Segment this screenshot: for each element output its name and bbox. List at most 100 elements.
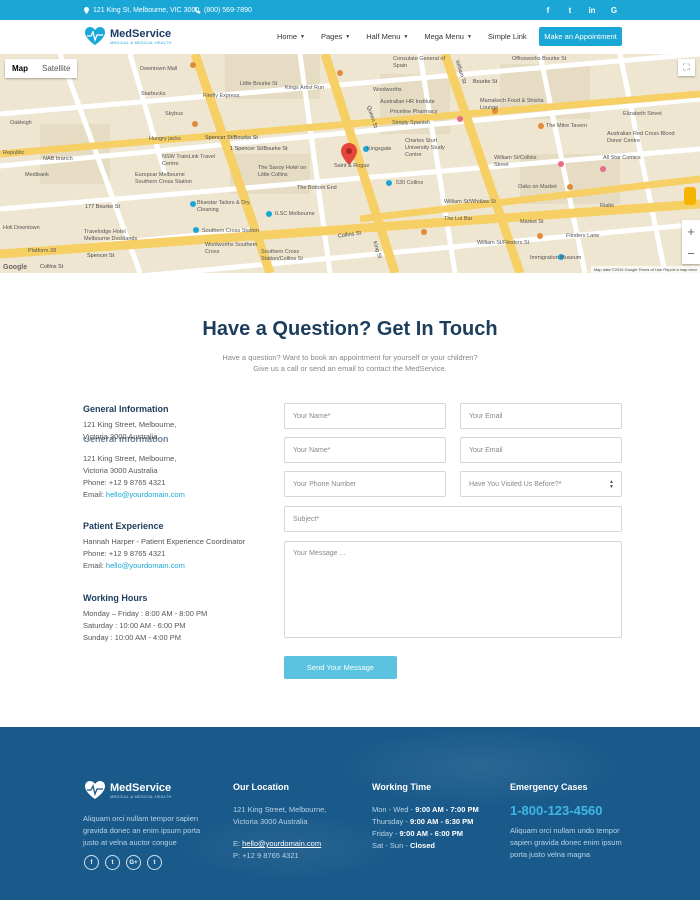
nav-half-menu[interactable]: Half Menu ▼	[366, 32, 408, 41]
nav-mega-menu-label: Mega Menu	[424, 32, 464, 41]
nav-mega-menu[interactable]: Mega Menu ▼	[424, 32, 472, 41]
map-label: Starbucks	[141, 91, 166, 97]
footer-location: 121 King Street, Melbourne, Victoria 300…	[233, 804, 326, 862]
working-row-2-day: Thursday -	[372, 817, 410, 826]
map-label: William St/Whitlaw St	[444, 199, 496, 205]
map-label: Southern Cross Station/Collins St	[261, 249, 303, 262]
name-field-2-placeholder: Your Name*	[293, 446, 331, 454]
map-label: Saint & Rogue	[334, 163, 370, 169]
map-label: Kings Artist Run	[285, 85, 325, 91]
working-row-4-time: Closed	[409, 841, 435, 850]
patient-email-link[interactable]: hello@yourdomain.com	[106, 561, 185, 570]
email-field-2-placeholder: Your Email	[469, 446, 503, 454]
patient-phone: Phone: +12 9 8765 4321	[83, 549, 166, 558]
zoom-in-button[interactable]: +	[687, 224, 695, 239]
general-information-heading: General Information	[83, 404, 169, 414]
heart-pulse-icon	[85, 27, 105, 45]
phone-field[interactable]: Your Phone Number	[284, 471, 446, 497]
map-label: Rialto	[600, 203, 615, 209]
make-appointment-button[interactable]: Make an Appointment	[539, 27, 622, 46]
footer-emergency-heading: Emergency Cases	[510, 782, 588, 792]
google-logo: Google	[3, 264, 28, 271]
top-bar: 121 King St, Melbourne, VIC 3000 (800) 5…	[0, 0, 700, 20]
nav-simple-link[interactable]: Simple Link	[488, 32, 527, 41]
message-textarea-placeholder: Your Message ...	[293, 550, 346, 557]
google-plus-icon[interactable]: G+	[126, 855, 141, 870]
footer-working-times: Mon - Wed - 9:00 AM - 7:00 PM Thursday -…	[372, 804, 479, 852]
working-hours-heading: Working Hours	[83, 593, 148, 603]
facebook-icon[interactable]: f	[84, 855, 99, 870]
nav-home-label: Home	[277, 32, 298, 41]
emergency-phone[interactable]: 1-800-123-4560	[510, 803, 603, 818]
map-label: Woolworths	[373, 87, 402, 93]
footer-logo[interactable]: MedService MEDICAL & MEDICAL HEALTH	[84, 780, 172, 800]
map-type-map-button[interactable]: Map	[5, 59, 35, 78]
zoom-out-button[interactable]: −	[687, 246, 695, 261]
footer-about: Aliquam orci nullam tempor sapien gravid…	[83, 814, 201, 847]
map-label: Downtown Mall	[140, 66, 178, 72]
twitter-icon[interactable]: t	[105, 855, 120, 870]
message-textarea[interactable]: Your Message ...	[284, 541, 622, 638]
google-icon[interactable]: G	[610, 6, 618, 15]
map-label: ILSC Melbourne	[275, 211, 315, 217]
location-pin-icon	[84, 6, 89, 14]
map-label: NAB branch	[43, 156, 73, 162]
contact-intro-line-1: Have a question? Want to book an appoint…	[222, 353, 478, 362]
patient-email-label: Email:	[83, 561, 106, 570]
send-message-button[interactable]: Send Your Message	[284, 656, 397, 679]
linkedin-icon[interactable]: in	[588, 6, 596, 15]
map-label: All Star Comics	[603, 155, 641, 161]
general-address-line-3: 121 King Street, Melbourne,	[83, 454, 177, 463]
map-zoom-controls: + −	[682, 220, 700, 264]
working-row-3-time: 9:00 AM - 6:00 PM	[399, 829, 464, 838]
fullscreen-icon[interactable]: ⛶	[678, 59, 695, 76]
nav-home[interactable]: Home ▼	[277, 32, 305, 41]
map-label: Kingsgate	[367, 146, 392, 152]
map-label: Oaks on Market	[518, 184, 557, 190]
map-label: William St/Collins Street	[494, 155, 537, 168]
facebook-icon[interactable]: f	[544, 6, 552, 15]
nav-pages[interactable]: Pages ▼	[321, 32, 350, 41]
twitter-icon[interactable]: t	[566, 6, 574, 15]
name-field[interactable]: Your Name*	[284, 403, 446, 429]
footer-email-link[interactable]: hello@yourdomain.com	[242, 839, 321, 848]
phone-icon	[194, 6, 201, 14]
email-field-2[interactable]: Your Email	[460, 437, 622, 463]
map-label: Marrakech Food & Shisha Lounge	[480, 98, 544, 111]
footer-working-heading: Working Time	[372, 782, 432, 792]
map-label: Australian Red Cross Blood Donor Centre	[607, 131, 675, 144]
visited-before-select[interactable]: Have You Visited Us Before?* ▲ ▼	[460, 471, 622, 497]
tumblr-icon[interactable]: t	[147, 855, 162, 870]
map-label: Firefly Express	[203, 93, 240, 99]
map-label: The Bottom End	[297, 185, 337, 191]
topbar-phone[interactable]: (800) 569-7890	[194, 0, 252, 20]
general-phone: Phone: +12 9 8765 4321	[83, 478, 166, 487]
map-label: Little Bourke St	[240, 81, 278, 87]
map-type-satellite-button[interactable]: Satellite	[35, 59, 77, 78]
working-row-1-time: 9:00 AM - 7:00 PM	[415, 805, 479, 814]
footer-address-line-1: 121 King Street, Melbourne,	[233, 805, 327, 814]
hours-weekday: Monday – Friday : 8:00 AM - 8:00 PM	[83, 609, 208, 618]
map-label: Medibank	[25, 172, 49, 178]
map-embed[interactable]: Downtown Mall Starbucks Skybus Hungry ja…	[0, 54, 700, 273]
name-field-2[interactable]: Your Name*	[284, 437, 446, 463]
map-label: Holi Downtown	[3, 225, 40, 231]
subject-field[interactable]: Subject*	[284, 506, 622, 532]
street-view-pegman-icon[interactable]	[684, 187, 696, 205]
map-label: Immigration Museum	[530, 255, 582, 261]
hours-sunday: Sunday : 10:00 AM - 4:00 PM	[83, 633, 181, 642]
general-information-details: 121 King Street, Melbourne, Victoria 300…	[83, 453, 273, 501]
map-attribution[interactable]: Map data ©2019 Google Terms of Use Repor…	[590, 266, 700, 273]
working-row-4-day: Sat - Sun -	[372, 841, 410, 850]
email-field[interactable]: Your Email	[460, 403, 622, 429]
street-label: Bourke St	[473, 79, 498, 85]
footer-brand-tagline: MEDICAL & MEDICAL HEALTH	[110, 793, 172, 799]
footer-email-label: E:	[233, 839, 243, 848]
map-label: Priceline Pharmacy	[390, 109, 438, 115]
site-logo[interactable]: MedService MEDICAL & MEDICAL HEALTH	[84, 26, 172, 46]
general-email-link[interactable]: hello@yourdomain.com	[106, 490, 185, 499]
map-label: NSW TrainLink Travel Centre	[162, 154, 216, 167]
topbar-phone-text: (800) 569-7890	[204, 6, 252, 14]
topbar-social: f t in G	[544, 0, 618, 20]
map-label: Charles Sturt University Study Centre	[405, 138, 445, 158]
